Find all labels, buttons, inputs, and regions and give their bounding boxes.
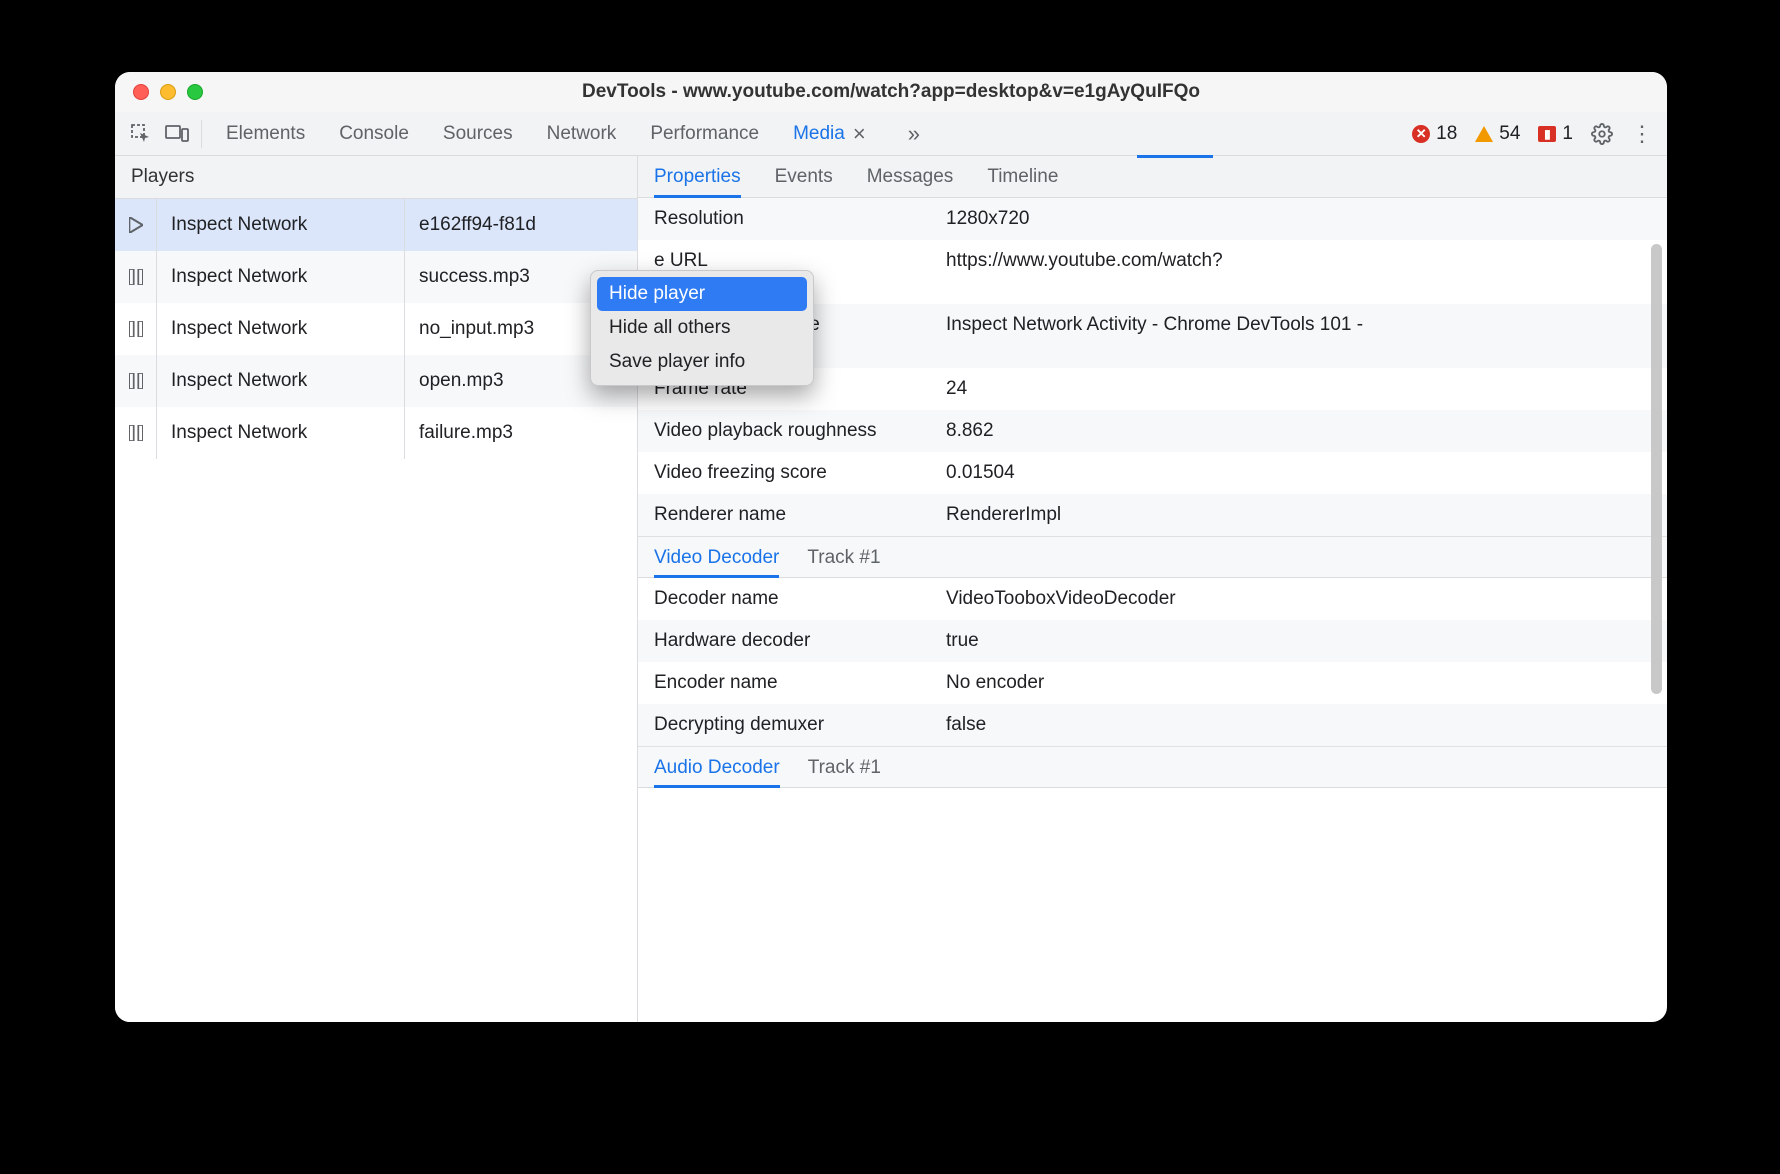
minimize-window-button[interactable]	[160, 84, 176, 100]
prop-row: Video freezing score 0.01504	[638, 452, 1667, 494]
player-label: Inspect Network	[157, 199, 405, 251]
prop-row: Decoder name VideoTooboxVideoDecoder	[638, 578, 1667, 620]
issues-count: 1	[1562, 123, 1573, 145]
prop-row: Encoder name No encoder	[638, 662, 1667, 704]
issues-badge[interactable]: ▮ 1	[1538, 123, 1573, 145]
panel-tabs: Elements Console Sources Network Perform…	[226, 119, 920, 149]
prop-value: https://www.youtube.com/watch?	[946, 250, 1651, 272]
prop-key: e URL	[654, 250, 946, 272]
prop-value: 0.01504	[946, 462, 1651, 484]
subtab-properties[interactable]: Properties	[654, 166, 741, 198]
prop-key: Decoder name	[654, 588, 946, 610]
pause-icon	[115, 407, 157, 459]
players-sidebar: Players Inspect Network e162ff94-f81d In	[115, 156, 638, 1022]
tab-network[interactable]: Network	[547, 119, 617, 149]
pause-icon	[115, 355, 157, 407]
prop-row: Resolution 1280x720	[638, 198, 1667, 240]
section-track[interactable]: Track #1	[807, 547, 880, 569]
section-title[interactable]: Audio Decoder	[654, 757, 780, 788]
tab-media-label: Media	[793, 123, 845, 145]
prop-value: VideoTooboxVideoDecoder	[946, 588, 1651, 610]
prop-key: Encoder name	[654, 672, 946, 694]
prop-value: No encoder	[946, 672, 1651, 694]
close-window-button[interactable]	[133, 84, 149, 100]
error-icon: ✕	[1412, 125, 1430, 143]
prop-key: Resolution	[654, 208, 946, 230]
audio-decoder-section: Audio Decoder Track #1	[638, 746, 1667, 788]
device-toolbar-icon[interactable]	[159, 116, 195, 152]
panel-body: Players Inspect Network e162ff94-f81d In	[115, 156, 1667, 1022]
section-title[interactable]: Video Decoder	[654, 547, 779, 578]
detail-tabs: Properties Events Messages Timeline	[638, 156, 1667, 198]
player-label: Inspect Network	[157, 251, 405, 303]
prop-row: Hardware decoder true	[638, 620, 1667, 662]
prop-value: false	[946, 714, 1651, 736]
prop-key: Renderer name	[654, 504, 946, 526]
issues-icon: ▮	[1538, 125, 1556, 143]
pause-icon	[115, 251, 157, 303]
prop-value: 1280x720	[946, 208, 1651, 230]
error-badge[interactable]: ✕ 18	[1412, 123, 1457, 145]
window-title: DevTools - www.youtube.com/watch?app=des…	[115, 81, 1667, 103]
prop-value: Inspect Network Activity - Chrome DevToo…	[946, 314, 1651, 336]
prop-value: 24	[946, 378, 1651, 400]
divider	[201, 120, 202, 148]
zoom-window-button[interactable]	[187, 84, 203, 100]
tab-underline	[1137, 155, 1213, 158]
prop-value: true	[946, 630, 1651, 652]
player-label: Inspect Network	[157, 355, 405, 407]
tab-media[interactable]: Media ×	[793, 119, 866, 149]
devtools-window: DevTools - www.youtube.com/watch?app=des…	[115, 72, 1667, 1022]
player-row[interactable]: Inspect Network e162ff94-f81d	[115, 199, 637, 251]
titlebar: DevTools - www.youtube.com/watch?app=des…	[115, 72, 1667, 112]
play-icon	[115, 199, 157, 251]
settings-icon[interactable]	[1591, 123, 1613, 145]
player-file: e162ff94-f81d	[405, 199, 637, 251]
prop-key: Hardware decoder	[654, 630, 946, 652]
prop-key: Video freezing score	[654, 462, 946, 484]
player-label: Inspect Network	[157, 303, 405, 355]
player-row[interactable]: Inspect Network no_input.mp3	[115, 303, 637, 355]
ctx-hide-player[interactable]: Hide player	[597, 277, 807, 311]
prop-key: Video playback roughness	[654, 420, 946, 442]
warning-badge[interactable]: 54	[1475, 123, 1520, 145]
prop-value: RendererImpl	[946, 504, 1651, 526]
tab-performance[interactable]: Performance	[650, 119, 759, 149]
subtab-timeline[interactable]: Timeline	[987, 166, 1058, 188]
toolbar-right: ✕ 18 54 ▮ 1 ⋮	[1412, 121, 1659, 147]
player-row[interactable]: Inspect Network success.mp3	[115, 251, 637, 303]
player-file: failure.mp3	[405, 407, 637, 459]
players-list: Inspect Network e162ff94-f81d Inspect Ne…	[115, 199, 637, 1022]
inspect-element-icon[interactable]	[123, 116, 159, 152]
error-count: 18	[1436, 123, 1457, 145]
close-icon[interactable]: ×	[853, 123, 866, 145]
warning-icon	[1475, 125, 1493, 143]
context-menu: Hide player Hide all others Save player …	[590, 270, 814, 386]
tab-elements[interactable]: Elements	[226, 119, 305, 149]
ctx-hide-others[interactable]: Hide all others	[597, 311, 807, 345]
warning-count: 54	[1499, 123, 1520, 145]
video-decoder-section: Video Decoder Track #1	[638, 536, 1667, 578]
scrollbar-thumb[interactable]	[1651, 244, 1662, 694]
pause-icon	[115, 303, 157, 355]
player-label: Inspect Network	[157, 407, 405, 459]
prop-row: Video playback roughness 8.862	[638, 410, 1667, 452]
kebab-menu-icon[interactable]: ⋮	[1631, 121, 1653, 147]
player-row[interactable]: Inspect Network failure.mp3	[115, 407, 637, 459]
subtab-messages[interactable]: Messages	[867, 166, 954, 188]
prop-key: Decrypting demuxer	[654, 714, 946, 736]
prop-row: Renderer name RendererImpl	[638, 494, 1667, 536]
prop-row: Decrypting demuxer false	[638, 704, 1667, 746]
section-track[interactable]: Track #1	[808, 757, 881, 779]
subtab-events[interactable]: Events	[775, 166, 833, 188]
tab-console[interactable]: Console	[339, 119, 409, 149]
tab-sources[interactable]: Sources	[443, 119, 513, 149]
sidebar-header: Players	[115, 156, 637, 199]
main-toolbar: Elements Console Sources Network Perform…	[115, 112, 1667, 156]
traffic-lights	[115, 84, 203, 100]
ctx-save-player-info[interactable]: Save player info	[597, 345, 807, 379]
player-row[interactable]: Inspect Network open.mp3	[115, 355, 637, 407]
prop-value: 8.862	[946, 420, 1651, 442]
more-tabs-icon[interactable]: »	[908, 121, 920, 147]
